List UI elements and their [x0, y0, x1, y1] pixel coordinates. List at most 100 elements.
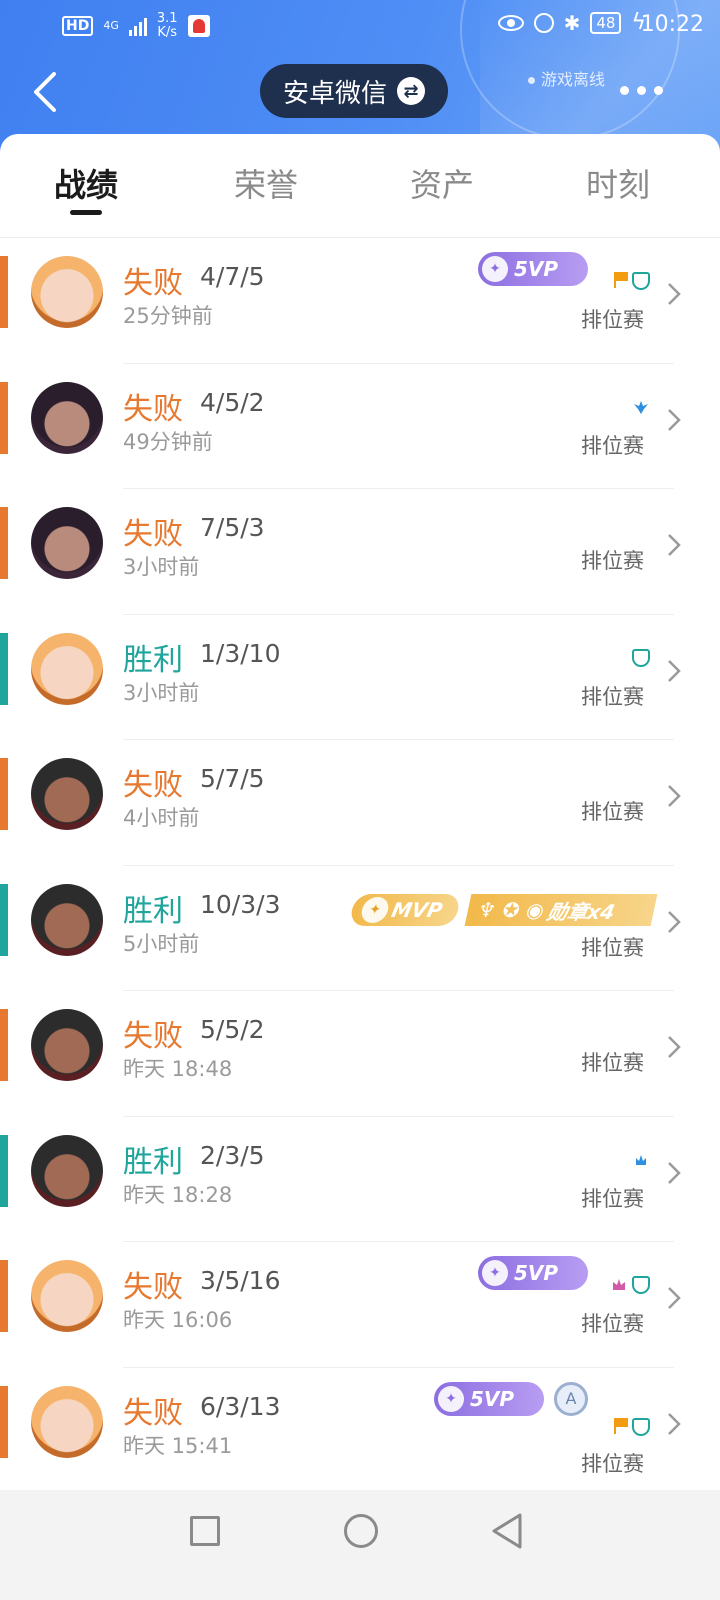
result-indicator-bar	[0, 381, 8, 454]
match-mode: 排位赛	[581, 935, 644, 960]
match-kda: 5/7/5	[200, 764, 265, 793]
match-mode: 排位赛	[581, 1451, 644, 1476]
chevron-right-icon	[668, 1161, 681, 1184]
match-kda: 3/5/16	[200, 1266, 281, 1295]
hd-icon: HD	[62, 16, 94, 36]
match-row[interactable]: 失败 4/5/2 49分钟前 排位赛	[0, 364, 720, 489]
match-result: 失败	[123, 768, 183, 803]
match-row[interactable]: 失败 4/7/5 25分钟前 ✦ 5VP 排位赛	[0, 238, 720, 364]
home-icon[interactable]	[344, 1514, 378, 1548]
chevron-right-icon	[668, 785, 681, 807]
rank-a-badge: A	[554, 1381, 588, 1416]
match-mode: 排位赛	[581, 1186, 644, 1211]
clock: 10:22	[640, 12, 704, 37]
chevron-right-icon	[668, 910, 681, 933]
match-row[interactable]: 失败 6/3/13 昨天 15:41 ✦ 5VP A 排位赛	[0, 1368, 720, 1494]
battery-icon: 48	[590, 11, 622, 34]
match-row[interactable]: 胜利 1/3/10 3小时前 排位赛	[0, 615, 720, 740]
hero-avatar	[31, 758, 103, 830]
network-speed: 3.1 K/s	[156, 11, 178, 40]
alarm-icon	[533, 12, 554, 33]
match-row[interactable]: 失败 7/5/3 3小时前 排位赛	[0, 489, 720, 615]
badge-group: ✦ 5VP	[478, 252, 588, 286]
match-kda: 1/3/10	[200, 638, 281, 668]
match-icons	[632, 398, 650, 416]
match-result: 失败	[123, 1019, 183, 1054]
offline-status: 游戏离线	[528, 66, 605, 90]
match-time: 4小时前	[123, 806, 200, 830]
network-label: 4G	[103, 19, 119, 32]
match-kda: 4/5/2	[200, 387, 265, 417]
match-mode: 排位赛	[581, 433, 644, 458]
tab-assets[interactable]: 资产	[410, 160, 474, 206]
match-icons	[632, 1151, 650, 1169]
hero-avatar	[31, 883, 103, 956]
status-bar: HD 4G 3.1 K/s ✱ 48 ϟ 10:22	[0, 6, 720, 42]
hero-avatar	[31, 1134, 103, 1207]
result-indicator-bar	[0, 1385, 8, 1458]
match-mode: 排位赛	[581, 800, 644, 824]
match-result: 失败	[123, 517, 183, 552]
match-row[interactable]: 失败 3/5/16 昨天 16:06 ✦ 5VP 排位赛	[0, 1242, 720, 1368]
result-indicator-bar	[0, 758, 8, 830]
match-icons	[632, 648, 650, 667]
match-result: 失败	[123, 391, 183, 427]
crown-icon	[636, 1154, 646, 1165]
match-mode: 排位赛	[581, 1312, 644, 1336]
match-result: 胜利	[123, 893, 183, 929]
recent-apps-icon[interactable]	[190, 1516, 220, 1546]
match-mode: 排位赛	[581, 684, 644, 709]
notification-app-icon	[187, 15, 210, 37]
match-time: 昨天 16:06	[123, 1308, 233, 1332]
match-row[interactable]: 胜利 10/3/3 5小时前 ✦ MVP ♆ ✪ ◉ 勋章x4 排位赛	[0, 866, 720, 991]
signal-icon	[128, 16, 147, 36]
account-switch-label: 安卓微信	[282, 78, 387, 109]
hero-avatar	[31, 381, 103, 454]
match-result: 胜利	[123, 1144, 183, 1180]
tab-honor[interactable]: 荣誉	[234, 160, 298, 206]
chevron-right-icon	[668, 283, 681, 305]
hero-avatar	[31, 507, 103, 579]
match-kda: 2/3/5	[200, 1140, 265, 1170]
result-indicator-bar	[0, 256, 8, 328]
system-nav-bar	[0, 1490, 720, 1600]
match-row[interactable]: 失败 5/5/2 昨天 18:48 排位赛	[0, 991, 720, 1117]
flag-icon	[614, 1417, 628, 1434]
back-arrow-icon[interactable]	[30, 70, 60, 114]
medal-icons: ♆ ✪ ◉	[475, 897, 547, 922]
medal-badge: ♆ ✪ ◉ 勋章x4	[464, 893, 658, 926]
tab-record[interactable]: 战绩	[54, 160, 118, 215]
match-kda: 10/3/3	[200, 889, 281, 919]
match-icons	[614, 272, 650, 290]
match-mode: 排位赛	[581, 1051, 644, 1075]
chevron-right-icon	[668, 659, 681, 682]
hero-avatar	[31, 1260, 103, 1332]
nav-back-icon[interactable]	[490, 1512, 524, 1550]
match-time: 5小时前	[123, 931, 200, 956]
eye-icon	[497, 14, 524, 31]
svp-badge: ✦ 5VP	[478, 252, 588, 286]
svp-badge: ✦ 5VP	[478, 1256, 588, 1290]
crown-pink-icon	[613, 1279, 625, 1290]
result-indicator-bar	[0, 1009, 8, 1081]
result-indicator-bar	[0, 883, 8, 956]
match-row[interactable]: 失败 5/7/5 4小时前 排位赛	[0, 740, 720, 866]
chevron-right-icon	[668, 408, 681, 431]
tab-active-indicator	[70, 210, 102, 215]
match-row[interactable]: 胜利 2/3/5 昨天 18:28 排位赛	[0, 1117, 720, 1242]
hero-avatar	[31, 632, 103, 705]
match-time: 3小时前	[123, 680, 200, 705]
badge-group: ✦ MVP ♆ ✪ ◉ 勋章x4	[348, 893, 658, 926]
status-dot-icon	[528, 77, 535, 84]
shield-icon	[632, 1417, 650, 1436]
match-time: 昨天 15:41	[123, 1433, 233, 1458]
more-options-icon[interactable]	[620, 86, 663, 95]
result-indicator-bar	[0, 632, 8, 705]
tab-bar: 战绩 荣誉 资产 时刻	[0, 134, 720, 238]
account-switch-button[interactable]: 安卓微信 ⇄	[260, 64, 448, 118]
hero-avatar	[31, 1009, 103, 1081]
shield-icon	[632, 272, 650, 290]
tab-moments[interactable]: 时刻	[586, 160, 650, 206]
match-kda: 7/5/3	[200, 513, 265, 542]
match-kda: 6/3/13	[200, 1391, 281, 1421]
